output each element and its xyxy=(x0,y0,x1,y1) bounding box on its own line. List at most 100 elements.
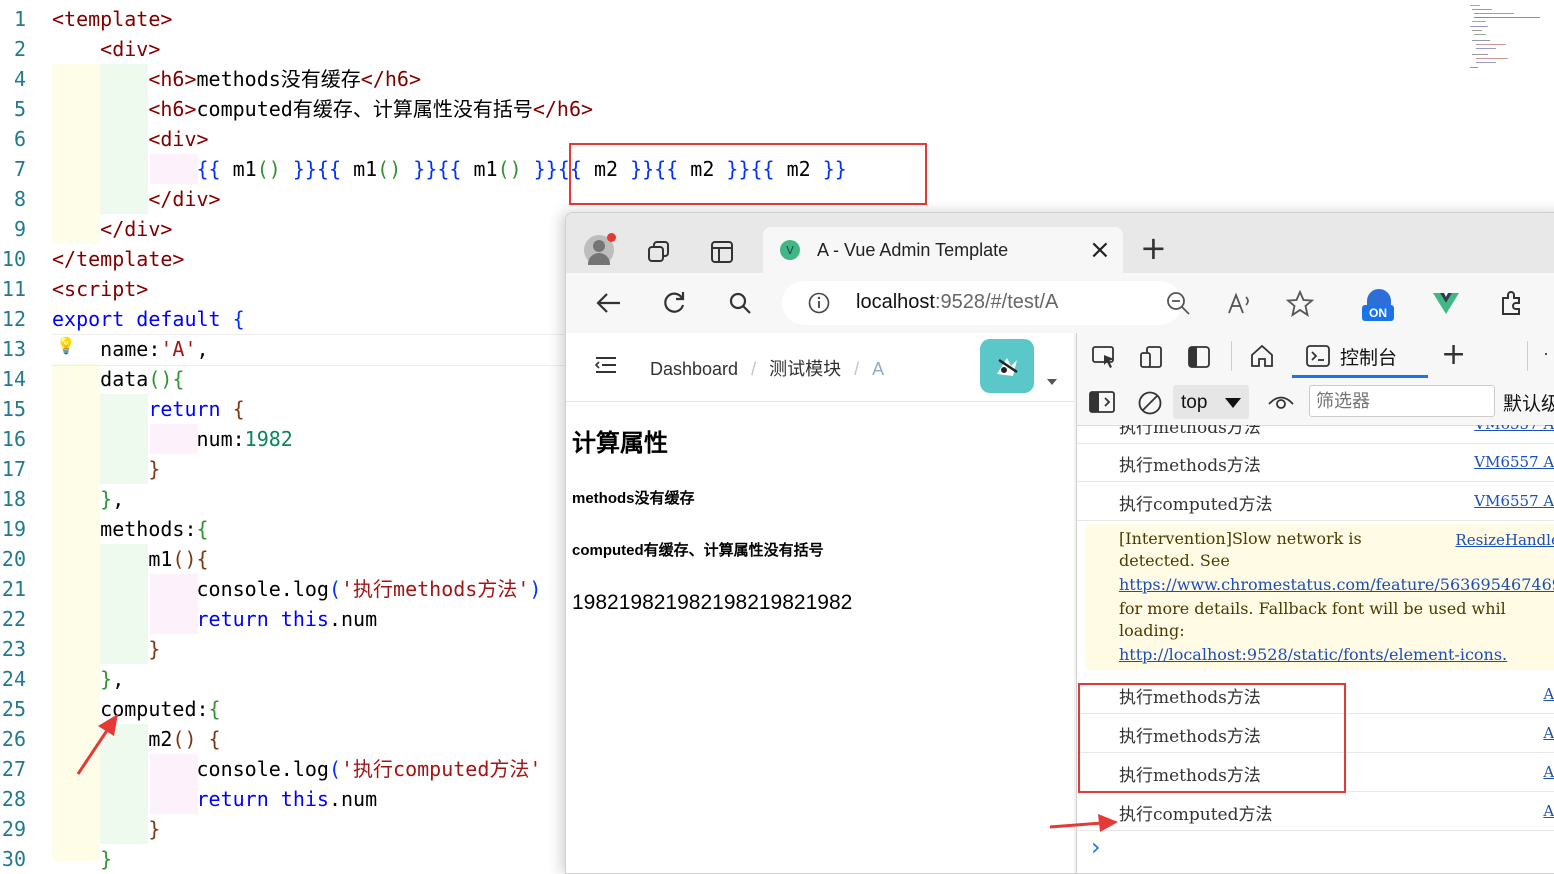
device-emulation-icon[interactable] xyxy=(1139,345,1165,369)
inspect-element-icon[interactable] xyxy=(1091,345,1117,369)
info-icon[interactable] xyxy=(808,292,830,314)
font-url-link[interactable]: http://localhost:9528/static/fonts/eleme… xyxy=(1119,645,1507,664)
code-token: () xyxy=(256,157,281,181)
favorite-star-icon[interactable] xyxy=(1286,290,1314,318)
code-line[interactable]: <h6>computed有缓存、计算属性没有括号</h6> xyxy=(52,94,593,124)
dock-side-icon[interactable] xyxy=(1187,345,1211,369)
add-panel-button[interactable]: + xyxy=(1441,337,1466,372)
breadcrumb-test-module[interactable]: 测试模块 xyxy=(769,359,841,379)
console-filter-input[interactable] xyxy=(1309,385,1495,417)
devtools-tabbar: 控制台 + · xyxy=(1077,333,1554,380)
code-token: data xyxy=(52,367,149,391)
tab-active[interactable]: V A - Vue Admin Template × xyxy=(763,227,1123,275)
back-icon[interactable] xyxy=(594,291,622,315)
code-line[interactable]: </div> xyxy=(52,184,221,214)
code-token: <script> xyxy=(52,277,149,301)
code-token: .num xyxy=(328,787,378,811)
address-bar[interactable]: localhost:9528/#/test/A xyxy=(782,281,1182,325)
dropdown-arrow-icon xyxy=(1225,398,1241,408)
code-token: 'A' xyxy=(160,337,197,361)
code-line[interactable]: <div> xyxy=(52,34,160,64)
line-number: 22 xyxy=(1,607,26,631)
code-line[interactable]: } xyxy=(52,844,112,874)
code-token: '执行methods方法' xyxy=(341,577,530,601)
warning-source-link[interactable]: ResizeHandler xyxy=(1455,531,1554,549)
line-number: 5 xyxy=(13,97,26,121)
code-line[interactable]: return this.num xyxy=(52,604,378,634)
tab-title: A - Vue Admin Template xyxy=(817,240,1009,260)
code-token: { xyxy=(232,307,245,331)
hamburger-menu-icon[interactable] xyxy=(594,355,618,375)
avatar-image-icon xyxy=(997,358,1018,376)
code-token: </div> xyxy=(148,187,221,211)
line-number: 17 xyxy=(1,457,26,481)
more-options-icon[interactable]: · xyxy=(1543,343,1549,364)
tab-close-button[interactable]: × xyxy=(1089,235,1111,265)
code-line[interactable]: <script> xyxy=(52,274,148,304)
code-token: methods没有缓存 xyxy=(196,67,361,91)
annotation-box-methods-logs xyxy=(1078,683,1346,793)
console-toolbar: top 默认级 xyxy=(1077,379,1554,426)
lightbulb-icon[interactable]: 💡 xyxy=(56,336,76,355)
line-number: 10 xyxy=(1,247,26,271)
minimap[interactable] xyxy=(1468,2,1540,70)
live-expression-eye-icon[interactable] xyxy=(1267,391,1295,413)
code-line[interactable]: methods:{ xyxy=(52,514,209,544)
page-viewport[interactable]: Dashboard / 测试模块 / A 计算属性 methods没有缓存 co… xyxy=(566,333,1074,873)
tab-actions-icon[interactable] xyxy=(709,239,735,265)
vue-favicon-icon: V xyxy=(780,240,800,260)
code-line[interactable]: <h6>methods没有缓存</h6> xyxy=(52,64,421,94)
extensions-puzzle-icon[interactable] xyxy=(1498,289,1526,317)
code-line[interactable]: </div> xyxy=(52,214,172,244)
browser-window[interactable]: V A - Vue Admin Template × + localhost:9… xyxy=(565,212,1554,874)
extension-adblock-icon[interactable]: ON xyxy=(1362,287,1396,321)
sidebar-toggle-icon[interactable] xyxy=(1089,391,1115,413)
tab-console[interactable]: 控制台 xyxy=(1292,333,1428,379)
code-token: </h6> xyxy=(532,97,594,121)
code-line[interactable]: return this.num xyxy=(52,784,378,814)
new-tab-button[interactable]: + xyxy=(1140,229,1167,267)
zoom-out-icon[interactable] xyxy=(1166,291,1192,317)
caret-down-icon[interactable] xyxy=(1046,377,1058,387)
code-line[interactable]: }, xyxy=(52,484,124,514)
code-line[interactable]: </template> xyxy=(52,244,184,274)
log-levels-dropdown[interactable]: 默认级 xyxy=(1503,389,1554,416)
code-token: { xyxy=(196,517,209,541)
vue-devtools-icon[interactable] xyxy=(1432,291,1460,315)
warning-message: [Intervention]Slow network is ResizeHand… xyxy=(1085,524,1554,670)
user-avatar[interactable] xyxy=(980,339,1034,393)
breadcrumb-dashboard[interactable]: Dashboard xyxy=(650,359,738,379)
code-line[interactable]: }, xyxy=(52,664,124,694)
url-text[interactable]: localhost:9528/#/test/A xyxy=(856,291,1058,314)
read-aloud-icon[interactable] xyxy=(1226,291,1254,317)
code-line[interactable]: } xyxy=(52,634,160,664)
notification-dot xyxy=(607,233,616,242)
home-icon[interactable] xyxy=(1249,343,1275,369)
search-icon[interactable] xyxy=(728,291,752,315)
code-line[interactable]: console.log('执行methods方法') xyxy=(52,574,541,604)
profile-avatar[interactable] xyxy=(584,233,616,265)
tab-strip: V A - Vue Admin Template × + xyxy=(566,213,1554,275)
annotation-arrow-computed xyxy=(76,714,118,775)
code-line[interactable]: return { xyxy=(52,394,244,424)
console-prompt[interactable]: › xyxy=(1091,833,1101,861)
collections-icon[interactable] xyxy=(646,239,672,265)
line-number: 16 xyxy=(1,427,26,451)
code-line[interactable]: <template> xyxy=(52,4,172,34)
refresh-icon[interactable] xyxy=(661,290,687,316)
h6-computed: computed有缓存、计算属性没有括号 xyxy=(572,542,824,559)
clear-console-icon[interactable] xyxy=(1137,390,1163,416)
code-line[interactable]: data(){ xyxy=(52,364,184,394)
code-line[interactable]: } xyxy=(52,814,160,844)
code-line[interactable]: m1(){ xyxy=(52,544,208,574)
code-line[interactable]: export default { xyxy=(52,304,245,334)
code-line[interactable]: <div> xyxy=(52,124,208,154)
context-selector[interactable]: top xyxy=(1173,385,1249,419)
console-log[interactable]: 执行methods方法 VM6557 A. 执行methods方法 VM6557… xyxy=(1077,425,1554,873)
code-line[interactable]: num:1982 xyxy=(52,424,292,454)
chromestatus-link[interactable]: https://www.chromestatus.com/feature/563… xyxy=(1119,575,1554,594)
code-line[interactable]: } xyxy=(52,454,160,484)
code-token: <h6> xyxy=(148,67,197,91)
